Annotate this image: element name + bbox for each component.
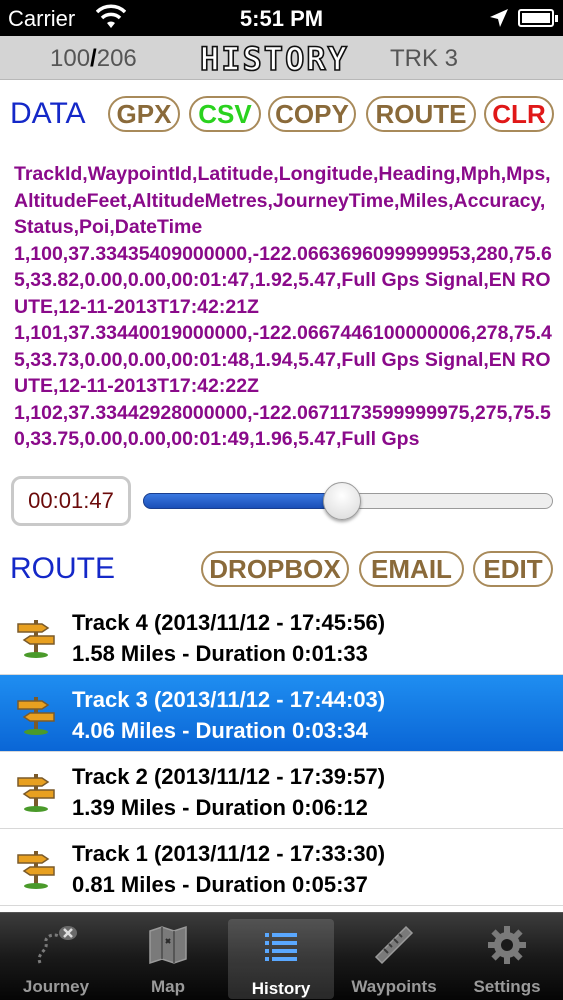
tab-label: Settings bbox=[473, 977, 541, 996]
track-row-1[interactable]: Track 1 (2013/11/12 - 17:33:30) 0.81 Mil… bbox=[0, 829, 563, 906]
journey-icon bbox=[37, 926, 77, 964]
track-title: Track 1 (2013/11/12 - 17:33:30) bbox=[72, 841, 386, 866]
signpost-icon bbox=[17, 774, 55, 812]
signpost-icon bbox=[17, 620, 55, 658]
route-section-label: ROUTE bbox=[10, 552, 115, 585]
csv-button[interactable]: CSV bbox=[189, 96, 261, 132]
track-detail: 1.58 Miles - Duration 0:01:33 bbox=[72, 641, 368, 666]
email-button[interactable]: EMAIL bbox=[359, 551, 464, 587]
track-title: Track 3 (2013/11/12 - 17:44:03) bbox=[72, 687, 386, 712]
route-export-button[interactable]: ROUTE bbox=[366, 96, 476, 132]
track-detail: 0.81 Miles - Duration 0:05:37 bbox=[72, 872, 368, 897]
location-arrow-icon bbox=[490, 9, 508, 27]
gear-icon bbox=[488, 926, 526, 964]
track-title: Track 4 (2013/11/12 - 17:45:56) bbox=[72, 610, 386, 635]
tab-bar: Journey Map History Waypoints Settings bbox=[0, 912, 563, 1000]
dropbox-button[interactable]: DROPBOX bbox=[201, 551, 349, 587]
data-section-label: DATA bbox=[10, 97, 86, 130]
track-row-3[interactable]: Track 3 (2013/11/12 - 17:44:03) 4.06 Mil… bbox=[0, 675, 563, 752]
track-list: Track 4 (2013/11/12 - 17:45:56) 1.58 Mil… bbox=[0, 598, 563, 906]
page-title: HISTORY bbox=[199, 39, 349, 79]
edit-button[interactable]: EDIT bbox=[473, 551, 553, 587]
track-indicator: TRK 3 bbox=[390, 45, 459, 72]
track-row-2[interactable]: Track 2 (2013/11/12 - 17:39:57) 1.39 Mil… bbox=[0, 752, 563, 829]
journey-time-display: 00:01:47 bbox=[11, 476, 131, 526]
status-bar: Carrier 5:51 PM bbox=[0, 0, 563, 36]
track-row-4[interactable]: Track 4 (2013/11/12 - 17:45:56) 1.58 Mil… bbox=[0, 598, 563, 675]
tab-label: History bbox=[251, 979, 311, 998]
counter-current: 100 bbox=[50, 45, 91, 72]
tab-label: Waypoints bbox=[351, 977, 437, 996]
playback-slider-fill bbox=[143, 493, 342, 509]
track-title: Track 2 (2013/11/12 - 17:39:57) bbox=[72, 764, 386, 789]
tab-label: Journey bbox=[22, 977, 90, 996]
gpx-button[interactable]: GPX bbox=[108, 96, 180, 132]
ruler-icon bbox=[374, 925, 414, 965]
tab-settings[interactable]: Settings bbox=[451, 913, 563, 1000]
track-detail: 4.06 Miles - Duration 0:03:34 bbox=[72, 718, 368, 743]
counter-total: 206 bbox=[96, 45, 137, 72]
tab-label: Map bbox=[151, 977, 185, 996]
map-icon bbox=[149, 925, 187, 965]
tab-waypoints[interactable]: Waypoints bbox=[338, 913, 450, 1000]
copy-button[interactable]: COPY bbox=[268, 96, 356, 132]
counter-separator: / bbox=[90, 45, 97, 72]
signpost-icon bbox=[17, 697, 55, 735]
track-detail: 1.39 Miles - Duration 0:06:12 bbox=[72, 795, 368, 820]
signpost-icon bbox=[17, 851, 55, 889]
clear-button[interactable]: CLR bbox=[484, 96, 554, 132]
tab-history[interactable]: History bbox=[228, 919, 334, 999]
clock: 5:51 PM bbox=[239, 6, 324, 31]
csv-data-text: TrackId,WaypointId,Latitude,Longitude,He… bbox=[14, 163, 552, 450]
playback-slider-thumb[interactable] bbox=[322, 482, 361, 520]
history-list-icon bbox=[265, 933, 297, 961]
record-counter: 100/206 bbox=[50, 45, 137, 73]
tab-map[interactable]: Map bbox=[112, 913, 224, 1000]
history-header: 100/206 HISTORY TRK 3 bbox=[0, 36, 563, 80]
battery-icon bbox=[518, 9, 558, 27]
tab-journey[interactable]: Journey bbox=[0, 913, 112, 1000]
